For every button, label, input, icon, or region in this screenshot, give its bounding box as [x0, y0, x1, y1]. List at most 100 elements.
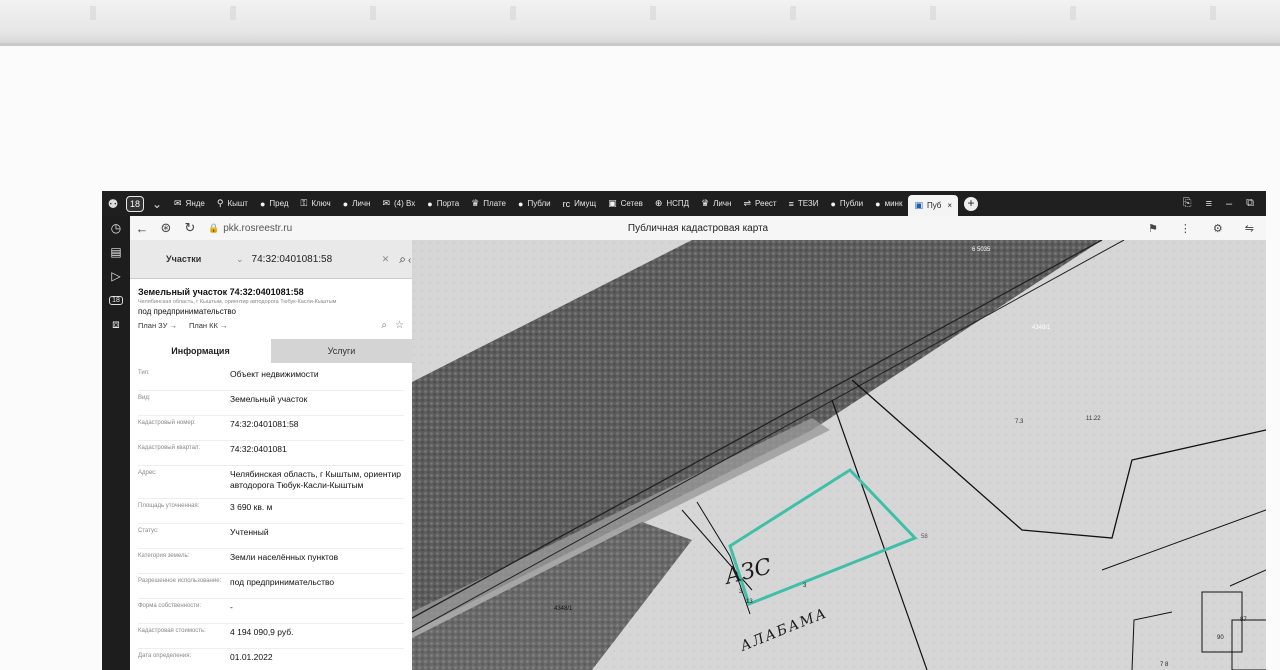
panel-tabs: Информация Услуги — [130, 339, 412, 363]
browser-tab[interactable]: ⇌ Реест — [737, 191, 782, 216]
browser-tab[interactable]: ≡ ТЕЗИ — [783, 191, 825, 216]
back-icon[interactable]: ← — [130, 221, 154, 236]
lock-icon: 🔒 — [208, 222, 220, 233]
browser-tab[interactable]: ▣ Сетев — [602, 191, 649, 216]
tab-favicon-icon: ● — [875, 198, 881, 209]
info-row-key: Кадастровая стоимость: — [138, 628, 206, 635]
info-row-value: Объект недвижимости — [230, 369, 319, 379]
info-row: Кадастровый номер: 74:32:0401081:58 — [138, 415, 404, 433]
info-row-value: 74:32:0401081:58 — [230, 419, 299, 429]
info-row: Кадастровый квартал: 74:32:0401081 — [138, 440, 404, 458]
info-row: Вид: Земельный участок — [138, 390, 404, 408]
tab-favicon-icon: rc — [562, 198, 571, 209]
info-rows: Тип: Объект недвижимости Вид: Земельный уча… — [130, 363, 412, 666]
tab-count-badge[interactable]: 18 — [124, 193, 146, 215]
info-row: Дата определения: 01.01.2022 — [138, 648, 404, 666]
tab-label: Публи — [527, 199, 551, 208]
screenshot-icon[interactable]: ⧈ — [102, 312, 130, 336]
tab-label: (4) Вх — [394, 199, 416, 208]
reload-icon[interactable]: ↻ — [178, 220, 202, 236]
info-row: Форма собственности: - — [138, 598, 404, 616]
info-row: Категория земель: Земли населённых пункто… — [138, 548, 404, 566]
browser-tab[interactable]: ✉ Янде — [168, 191, 211, 216]
translate-icon[interactable]: ⇋ — [1245, 222, 1254, 235]
scan-artifact — [0, 6, 1280, 20]
search-icon[interactable]: ⌕ — [399, 252, 406, 267]
browser-tab[interactable]: ⚿ Ключ — [295, 191, 337, 216]
clear-icon[interactable]: ✕ — [382, 254, 390, 265]
info-row-value: Земельный участок — [230, 394, 308, 404]
map-label: 4348/1 — [1032, 325, 1051, 331]
tab-info[interactable]: Информация — [130, 339, 271, 363]
browser-tab[interactable]: ● Пред — [254, 191, 295, 216]
search-input[interactable]: 74:32:0401081:58 — [252, 254, 382, 265]
page-title: Публичная кадастровая карта — [627, 222, 769, 234]
tab-label: Личн — [713, 199, 732, 208]
map-label: 58 — [921, 534, 928, 540]
map-label: 4348/1 — [554, 606, 573, 612]
info-row: Адрес: Челябинская область, г Кыштым, ори… — [138, 465, 404, 491]
plan-kk-link[interactable]: План КК → — [189, 321, 228, 330]
tab-favicon-icon: ● — [342, 198, 349, 209]
map-label: 11.22 — [1086, 416, 1101, 422]
info-row-key: Форма собственности: — [138, 603, 202, 610]
tab-label: Ключ — [311, 199, 331, 208]
map-label: 7 8 — [1160, 662, 1169, 668]
profile-icon[interactable]: ⚉ — [102, 193, 124, 215]
window-controls: ⎘ ≡ – ⧉ — [1183, 197, 1266, 210]
tab-label: Публи — [839, 199, 864, 208]
more-icon[interactable]: ⋮ — [1180, 222, 1191, 235]
browser-tab[interactable]: ⊕ НСПД — [649, 191, 695, 216]
chevron-down-icon[interactable]: ⌄ — [236, 254, 244, 265]
object-use: под предпринимательство — [138, 307, 236, 316]
browser-tab[interactable]: ✉ (4) Вх — [376, 191, 421, 216]
restore-icon[interactable]: ⧉ — [1246, 197, 1254, 210]
bookmark-icon[interactable]: ⚑ — [1148, 222, 1158, 235]
search-category-select[interactable]: Участки — [136, 254, 236, 264]
browser-tab[interactable]: ● Публи — [824, 191, 869, 216]
browser-tab[interactable]: ● минк — [869, 191, 908, 216]
bookmark-manager-icon[interactable]: ⎘ — [1183, 197, 1192, 210]
tab-favicon-icon: ✉ — [382, 198, 391, 208]
new-tab-button[interactable]: + — [960, 193, 982, 215]
info-row-value: 74:32:0401081 — [230, 444, 287, 454]
tab-list: ✉ Янде ⚲ Кышт ● Пред ⚿ Ключ ● Личн ✉ (4) Вх ● Порта ♛ П… — [168, 191, 959, 216]
browser-tab[interactable]: ● Порта — [421, 191, 465, 216]
map-view[interactable]: 6 5035 4348/1 4348/1 7.3 11.22 58 3 13 3… — [412, 240, 1266, 670]
address-bar: ← ⊛ ↻ 🔒 pkk.rosreestr.ru Публичная кадас… — [130, 216, 1266, 240]
browser-tab[interactable]: ♛ Плате — [465, 191, 512, 216]
history-icon[interactable]: ◷ — [102, 216, 130, 240]
url-field[interactable]: pkk.rosreestr.ru — [223, 223, 292, 234]
browser-tab[interactable]: ♛ Личн — [695, 191, 737, 216]
object-panel: Участки ⌄ 74:32:0401081:58 ✕ ⌕ Земельный… — [130, 240, 413, 670]
tab-favicon-icon: ≡ — [788, 198, 794, 209]
map-label: 13 — [746, 599, 753, 605]
star-icon[interactable]: ☆ — [395, 320, 404, 331]
protect-icon[interactable]: ⊛ — [154, 220, 178, 236]
map-label: 7.3 — [1015, 419, 1024, 425]
collections-icon[interactable]: ▤ — [102, 240, 130, 264]
info-row-key: Кадастровый номер: — [138, 420, 196, 426]
map-canvas: 6 5035 4348/1 4348/1 7.3 11.22 58 3 13 3… — [412, 240, 1266, 670]
browser-tab[interactable]: ● Личн — [337, 191, 377, 216]
info-row: Тип: Объект недвижимости — [138, 369, 404, 383]
browser-tab[interactable]: ● Публи — [512, 191, 557, 216]
menu-icon[interactable]: ≡ — [1206, 198, 1212, 210]
extensions-icon[interactable]: ⚙ — [1213, 222, 1223, 235]
play-icon[interactable]: ▷ — [102, 264, 130, 288]
zoom-to-icon[interactable]: ⌕ — [381, 320, 387, 331]
minimize-icon[interactable]: – — [1226, 198, 1232, 210]
tab-favicon-icon: ⊕ — [654, 198, 663, 208]
close-tab-icon[interactable]: × — [947, 201, 952, 210]
plan-zu-link[interactable]: План ЗУ → — [138, 321, 177, 330]
info-row: Кадастровая стоимость: 4 194 090,9 руб. — [138, 623, 404, 641]
chevron-down-icon[interactable]: ⌄ — [146, 193, 168, 215]
browser-tab[interactable]: ▣ Пуб × — [908, 195, 959, 216]
tab-services[interactable]: Услуги — [271, 339, 412, 363]
tab-favicon-icon: ⚲ — [216, 198, 224, 208]
info-row-value: Челябинская область, г Кыштым, ориентир … — [230, 469, 401, 491]
browser-tab[interactable]: rc Имущ — [557, 191, 602, 216]
calendar-icon[interactable]: 18 — [102, 288, 130, 312]
browser-tab[interactable]: ⚲ Кышт — [211, 191, 254, 216]
info-row-key: Категория земель: — [138, 553, 190, 560]
